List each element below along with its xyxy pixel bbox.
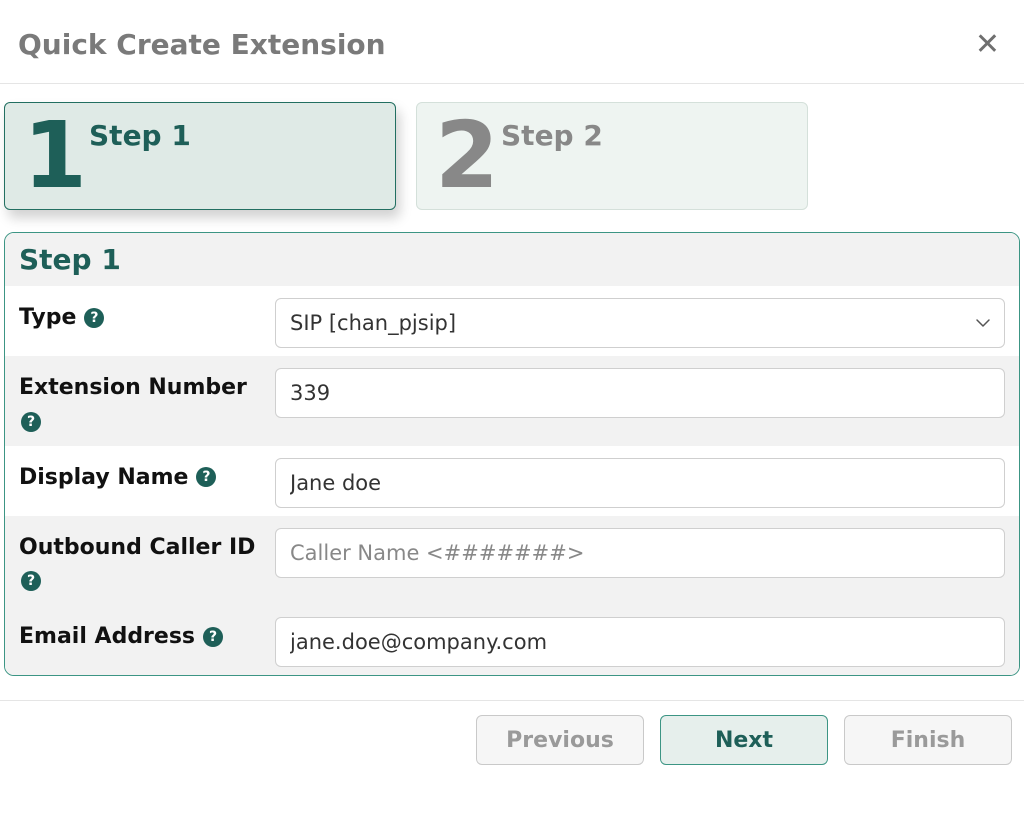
display-name-label: Display Name <box>19 464 188 492</box>
type-select[interactable]: SIP [chan_pjsip] <box>275 298 1005 348</box>
field-col <box>275 454 1005 508</box>
close-icon[interactable]: ✕ <box>969 30 1006 60</box>
step-number: 1 <box>23 119 83 193</box>
help-icon[interactable]: ? <box>203 627 223 647</box>
row-email: Email Address ? <box>5 605 1019 675</box>
step-label: Step 1 <box>89 103 191 152</box>
extension-input[interactable] <box>275 368 1005 418</box>
step-number: 2 <box>435 119 495 193</box>
email-input[interactable] <box>275 617 1005 667</box>
label-col: Email Address ? <box>19 613 275 657</box>
label-col: Display Name ? <box>19 454 275 498</box>
row-display-name: Display Name ? <box>5 446 1019 516</box>
next-button[interactable]: Next <box>660 715 828 765</box>
label-col: Outbound Caller ID ? <box>19 524 275 598</box>
step-tab-2[interactable]: 2 Step 2 <box>416 102 808 210</box>
help-icon[interactable]: ? <box>21 412 41 432</box>
previous-button[interactable]: Previous <box>476 715 644 765</box>
email-label: Email Address <box>19 623 195 651</box>
label-col: Extension Number ? <box>19 364 275 438</box>
help-icon[interactable]: ? <box>84 308 104 328</box>
label-col: Type ? <box>19 294 275 338</box>
modal-title: Quick Create Extension <box>18 28 386 61</box>
outbound-cid-input[interactable] <box>275 528 1005 578</box>
field-col: SIP [chan_pjsip] <box>275 294 1005 348</box>
field-col <box>275 613 1005 667</box>
help-icon[interactable]: ? <box>196 467 216 487</box>
step-label: Step 2 <box>501 103 603 152</box>
row-extension: Extension Number ? <box>5 356 1019 446</box>
type-select-wrap: SIP [chan_pjsip] <box>275 298 1005 348</box>
row-type: Type ? SIP [chan_pjsip] <box>5 286 1019 356</box>
wizard-steps: 1 Step 1 2 Step 2 <box>0 84 1024 226</box>
field-col <box>275 524 1005 578</box>
step-panel: Step 1 Type ? SIP [chan_pjsip] Extension… <box>4 232 1020 676</box>
row-outbound-cid: Outbound Caller ID ? <box>5 516 1019 606</box>
outbound-cid-label: Outbound Caller ID <box>19 534 255 562</box>
step-tab-1[interactable]: 1 Step 1 <box>4 102 396 210</box>
field-col <box>275 364 1005 418</box>
modal-header: Quick Create Extension ✕ <box>0 0 1024 84</box>
display-name-input[interactable] <box>275 458 1005 508</box>
wizard-footer: Previous Next Finish <box>0 700 1024 765</box>
finish-button[interactable]: Finish <box>844 715 1012 765</box>
help-icon[interactable]: ? <box>21 571 41 591</box>
panel-title: Step 1 <box>5 233 1019 286</box>
type-label: Type <box>19 304 76 332</box>
extension-label: Extension Number <box>19 374 247 402</box>
